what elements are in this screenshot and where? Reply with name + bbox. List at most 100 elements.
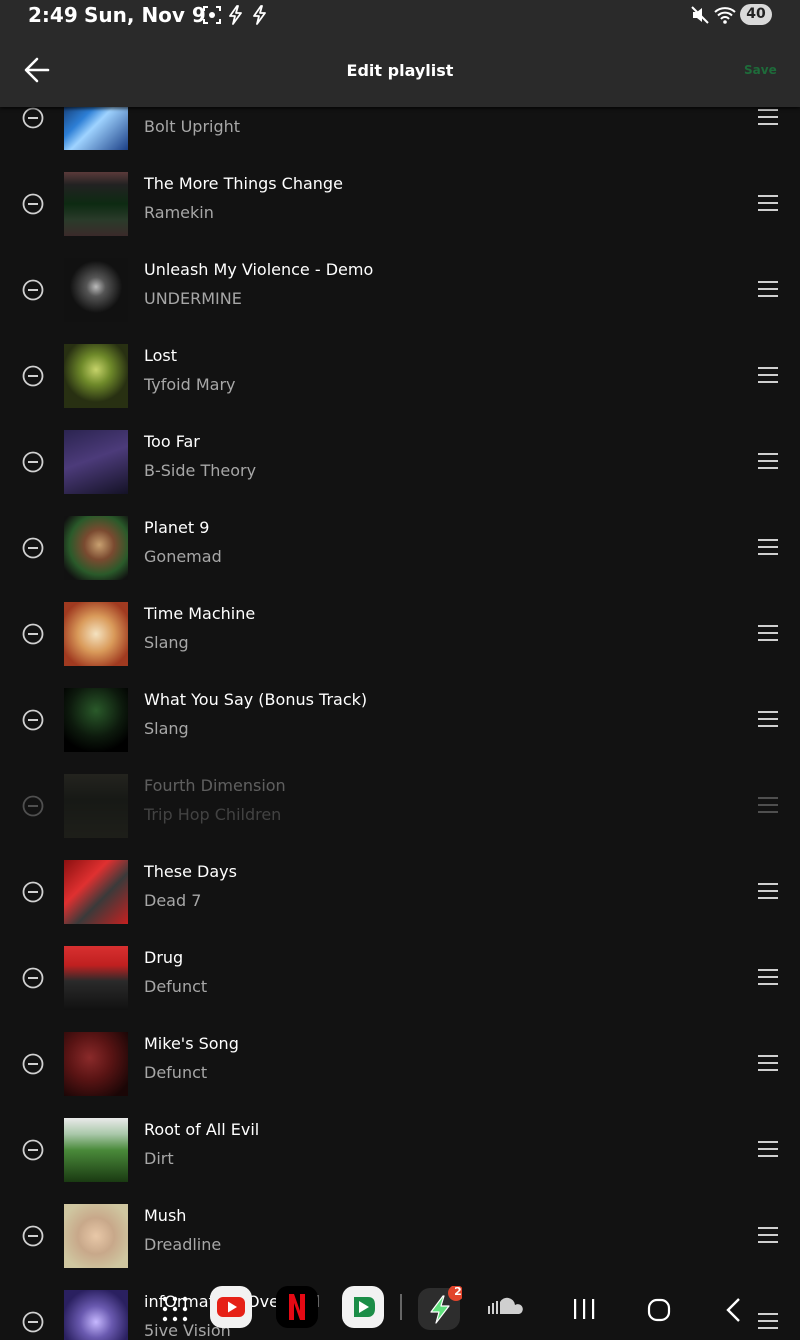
remove-track-icon[interactable]	[22, 1139, 44, 1161]
album-art	[64, 602, 128, 666]
track-title: Unleash My Violence - Demo	[144, 260, 374, 279]
drag-handle-icon[interactable]	[758, 281, 778, 299]
track-artist: Slang	[144, 719, 189, 738]
track-title: What You Say (Bonus Track)	[144, 690, 368, 709]
remove-track-icon[interactable]	[22, 365, 44, 387]
page-title: Edit playlist	[346, 61, 454, 80]
remove-track-icon[interactable]	[22, 709, 44, 731]
drag-handle-icon[interactable]	[758, 1055, 778, 1073]
track-row[interactable]: Time Machine Slang	[0, 595, 800, 681]
screenshot-icon	[202, 5, 222, 29]
remove-track-icon[interactable]	[22, 1225, 44, 1247]
status-date: Sun, Nov 9	[84, 3, 206, 27]
album-art	[64, 172, 128, 236]
track-title: Planet 9	[144, 518, 210, 537]
remove-track-icon[interactable]	[22, 107, 44, 129]
wifi-icon	[714, 5, 736, 29]
track-row[interactable]: What You Say (Bonus Track) Slang	[0, 681, 800, 767]
drag-handle-icon[interactable]	[758, 1141, 778, 1159]
remove-track-icon[interactable]	[22, 1053, 44, 1075]
track-title: Time Machine	[144, 604, 256, 623]
track-artist: Tyfoid Mary	[144, 375, 236, 394]
track-artist: Dead 7	[144, 891, 202, 910]
bolt-notification-icon	[226, 5, 246, 29]
track-title: Too Far	[144, 432, 200, 451]
track-row[interactable]: Unleash My Violence - Demo UNDERMINE	[0, 251, 800, 337]
album-art	[64, 774, 128, 838]
nav-dock: 2	[0, 1280, 800, 1340]
recents-icon[interactable]	[572, 1298, 596, 1324]
netflix-icon[interactable]	[276, 1286, 318, 1332]
drag-handle-icon[interactable]	[758, 625, 778, 643]
track-artist: Ramekin	[144, 203, 214, 222]
drag-handle-icon[interactable]	[758, 195, 778, 213]
track-row[interactable]: Fourth Dimension Trip Hop Children	[0, 767, 800, 853]
track-title: Mush	[144, 1206, 187, 1225]
back-icon[interactable]	[724, 1297, 742, 1327]
track-row[interactable]: These Days Dead 7	[0, 853, 800, 939]
track-row[interactable]: Planet 9 Gonemad	[0, 509, 800, 595]
album-art	[64, 1118, 128, 1182]
status-bar: 2:49 Sun, Nov 9 40	[0, 0, 800, 32]
album-art	[64, 860, 128, 924]
battery-indicator: 40	[740, 4, 772, 25]
track-row[interactable]: Root of All Evil Dirt	[0, 1111, 800, 1197]
track-title: Mike's Song	[144, 1034, 239, 1053]
remove-track-icon[interactable]	[22, 279, 44, 301]
track-row[interactable]: The More Things Change Ramekin	[0, 165, 800, 251]
bolt-notification-icon	[250, 5, 270, 29]
track-title: The More Things Change	[144, 174, 343, 193]
remove-track-icon[interactable]	[22, 623, 44, 645]
remove-track-icon[interactable]	[22, 795, 44, 817]
album-art	[64, 1204, 128, 1268]
remove-track-icon[interactable]	[22, 451, 44, 473]
drag-handle-icon[interactable]	[758, 969, 778, 987]
track-artist: Dirt	[144, 1149, 174, 1168]
track-row[interactable]: Lost Tyfoid Mary	[0, 337, 800, 423]
soundcloud-icon[interactable]	[486, 1296, 524, 1320]
home-icon[interactable]	[647, 1298, 671, 1326]
track-row[interactable]: Drug Defunct	[0, 939, 800, 1025]
remove-track-icon[interactable]	[22, 967, 44, 989]
app-drawer-icon[interactable]	[160, 1294, 190, 1328]
track-row[interactable]: Mike's Song Defunct	[0, 1025, 800, 1111]
save-button[interactable]: Save	[744, 63, 777, 77]
drag-handle-icon[interactable]	[758, 711, 778, 729]
album-art	[64, 516, 128, 580]
mute-icon	[690, 5, 710, 29]
google-play-games-icon[interactable]	[342, 1286, 384, 1332]
status-time: 2:49	[28, 3, 78, 27]
track-artist: Gonemad	[144, 547, 222, 566]
remove-track-icon[interactable]	[22, 881, 44, 903]
track-artist: Dreadline	[144, 1235, 222, 1254]
track-artist: UNDERMINE	[144, 289, 242, 308]
album-art	[64, 430, 128, 494]
album-art	[64, 688, 128, 752]
track-artist: B-Side Theory	[144, 461, 257, 480]
track-title: These Days	[144, 862, 237, 881]
album-art	[64, 1032, 128, 1096]
remove-track-icon[interactable]	[22, 193, 44, 215]
drag-handle-icon[interactable]	[758, 453, 778, 471]
app-header: Edit playlist Save	[0, 32, 800, 107]
track-title: Drug	[144, 948, 184, 967]
screen: The Next LevelBolt UprightThe More Thing…	[0, 0, 800, 1340]
track-title: Fourth Dimension	[144, 776, 286, 795]
drag-handle-icon[interactable]	[758, 539, 778, 557]
drag-handle-icon[interactable]	[758, 367, 778, 385]
album-art	[64, 258, 128, 322]
notification-badge: 2	[454, 1285, 462, 1298]
drag-handle-icon[interactable]	[758, 1227, 778, 1245]
track-list[interactable]: The Next LevelBolt UprightThe More Thing…	[0, 0, 800, 1340]
drag-handle-icon[interactable]	[758, 797, 778, 815]
drag-handle-icon[interactable]	[758, 109, 778, 127]
remove-track-icon[interactable]	[22, 537, 44, 559]
track-row[interactable]: Too Far B-Side Theory	[0, 423, 800, 509]
album-art	[64, 344, 128, 408]
youtube-icon[interactable]	[210, 1286, 252, 1332]
drag-handle-icon[interactable]	[758, 883, 778, 901]
track-artist: Defunct	[144, 977, 208, 996]
track-title: Lost	[144, 346, 178, 365]
track-artist: Defunct	[144, 1063, 208, 1082]
track-row[interactable]: Mush Dreadline	[0, 1197, 800, 1283]
